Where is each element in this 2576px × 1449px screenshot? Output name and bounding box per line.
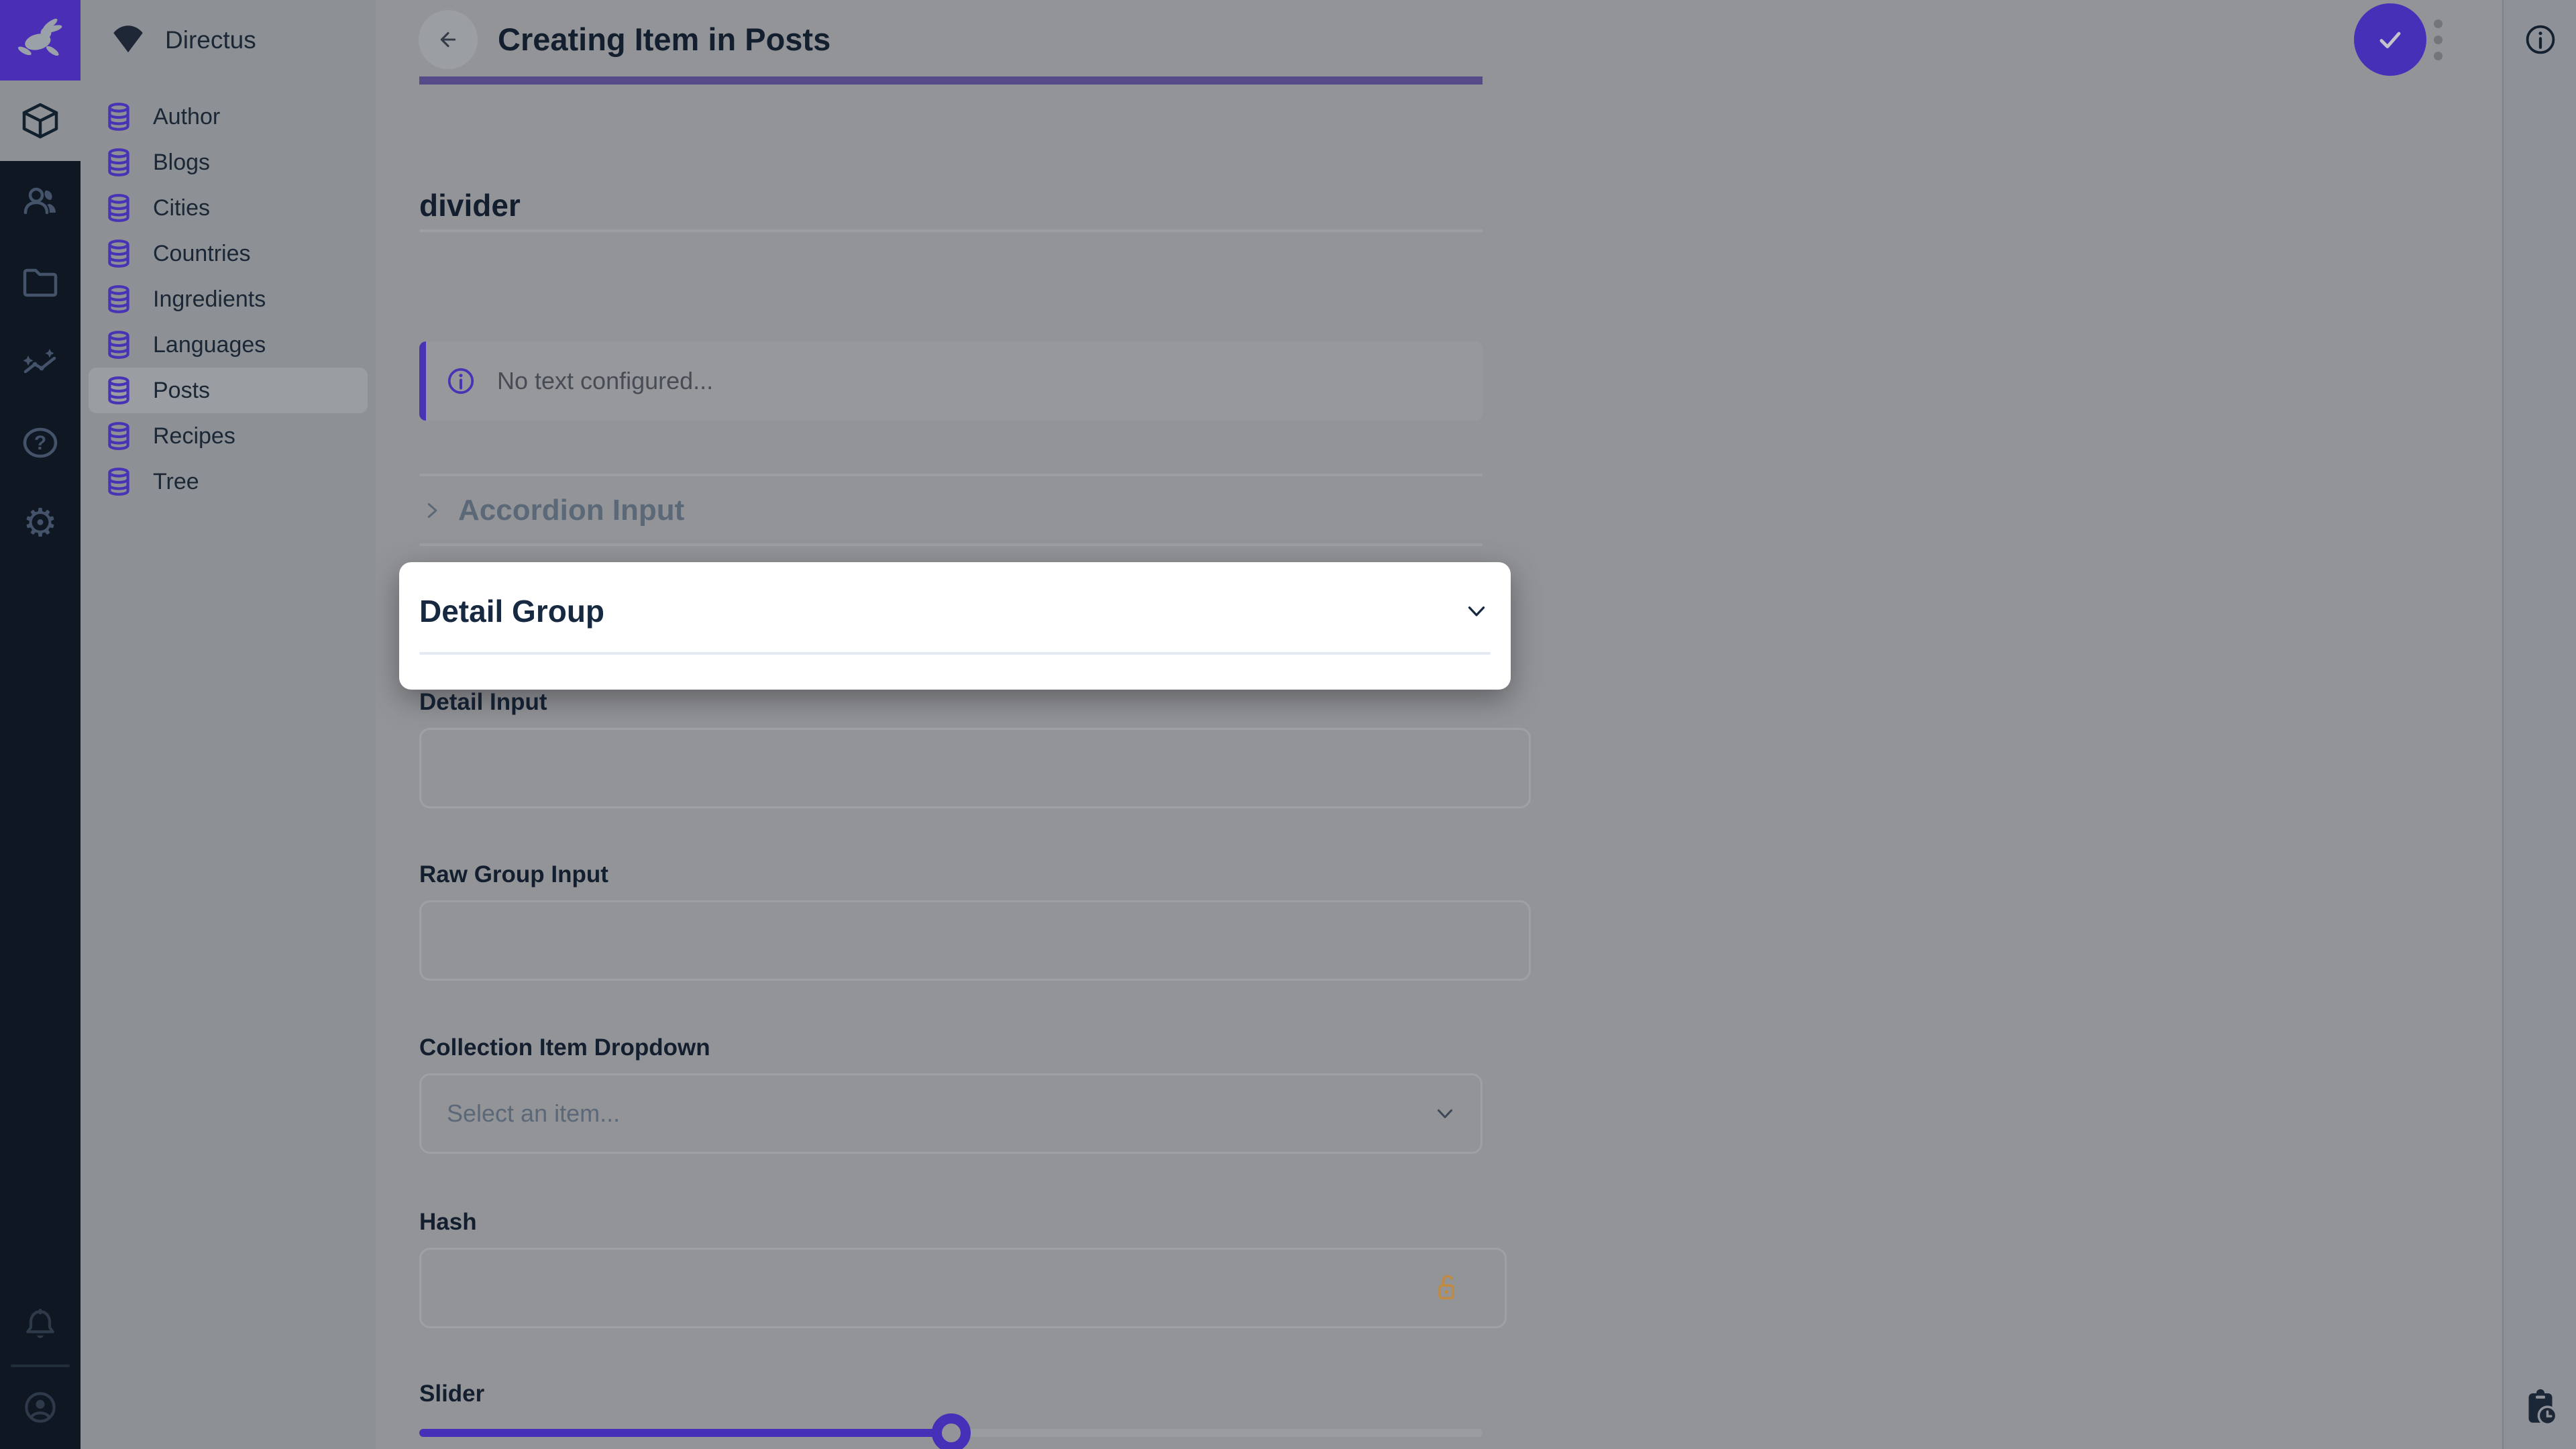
project-name: Directus [165,26,256,54]
collection-label: Blogs [153,150,210,176]
raw-group-input-field[interactable] [419,900,1531,981]
folder-icon [19,260,62,303]
chevron-right-icon [419,498,445,523]
slider-thumb[interactable] [932,1413,971,1449]
svg-text:?: ? [34,432,46,454]
module-settings[interactable]: ⚙ [0,483,80,564]
database-icon [103,238,134,269]
sidebar-collection-item[interactable]: Languages [89,322,368,368]
info-sidebar-button[interactable] [2522,21,2559,58]
directus-app: ? ⚙ [0,0,2576,1449]
help-icon: ? [19,421,62,464]
module-help[interactable]: ? [0,402,80,483]
sidebar-collection-item[interactable]: Ingredients [89,276,368,322]
collection-label: Countries [153,241,251,267]
hash-field-wrap [419,1248,1483,1328]
sidebar-collection-item[interactable]: Author [89,94,368,140]
sidebar-collection-item[interactable]: Recipes [89,413,368,459]
detail-group-card[interactable]: Detail Group [399,562,1511,690]
dropdown-placeholder: Select an item... [447,1099,1432,1128]
collection-label: Posts [153,378,210,404]
slider-control[interactable] [419,1429,1483,1437]
project-chooser[interactable]: Directus [80,0,376,80]
section-rule [419,474,1483,476]
navigation-panel: Directus Author Blogs [80,0,376,1449]
collection-list: Author Blogs Cities [80,94,376,504]
info-icon [2522,21,2559,58]
database-icon [103,193,134,223]
chevron-down-icon[interactable] [1462,597,1491,625]
module-content[interactable] [0,80,80,161]
module-bar-bottom [0,1284,80,1448]
database-icon [103,466,134,497]
sidebar-collection-item[interactable]: Blogs [89,140,368,185]
form-content: divider No text configured... Accordion … [376,0,2502,1449]
module-bar: ? ⚙ [0,0,80,1449]
collection-label: Cities [153,195,210,221]
raw-group-input-label: Raw Group Input [419,858,608,892]
database-icon [103,329,134,360]
notice-info-icon [445,365,477,397]
clipboard-clock-icon [2522,1387,2559,1428]
content-cube-icon [19,99,62,142]
users-icon [19,180,62,223]
lock-open-icon [1432,1272,1464,1304]
database-icon [103,147,134,178]
card-divider [419,652,1491,655]
collection-label: Languages [153,332,266,358]
accordion-title: Accordion Input [458,494,684,527]
project-fan-icon [109,21,148,60]
module-files[interactable] [0,241,80,322]
database-icon [103,421,134,451]
sidebar-collection-item[interactable]: Countries [89,231,368,276]
bell-icon [20,1304,60,1344]
accordion-input-header[interactable]: Accordion Input [419,487,684,534]
divider-heading: divider [419,189,521,222]
detail-group-title: Detail Group [419,593,604,629]
collection-label: Recipes [153,423,235,449]
hash-input-field[interactable] [419,1248,1507,1328]
slider-label: Slider [419,1377,484,1411]
detail-input-field[interactable] [419,728,1531,808]
notifications-button[interactable] [0,1284,80,1364]
revisions-button[interactable] [2522,1387,2559,1428]
collection-item-dropdown-label: Collection Item Dropdown [419,1031,710,1065]
detail-input-label: Detail Input [419,686,547,719]
database-icon [103,284,134,315]
divider-rule [419,229,1483,232]
module-users[interactable] [0,161,80,241]
slider-fill [419,1429,951,1437]
notice-text: No text configured... [497,367,713,395]
sidebar-collection-item[interactable]: Cities [89,185,368,231]
collection-item-dropdown[interactable]: Select an item... [419,1073,1483,1154]
collection-label: Ingredients [153,286,266,313]
database-icon [103,101,134,132]
notice-banner: No text configured... [419,341,1483,421]
user-menu-button[interactable] [0,1367,80,1448]
gear-icon: ⚙ [23,504,58,543]
chevron-down-icon [1432,1101,1458,1126]
directus-logo[interactable] [0,0,80,80]
rabbit-logo-icon [14,14,66,66]
database-icon [103,375,134,406]
module-insights[interactable] [0,322,80,402]
collection-label: Tree [153,469,199,495]
insights-sparkline-icon [19,341,62,384]
sidebar-collection-item[interactable]: Tree [89,459,368,504]
collection-label: Author [153,104,220,130]
user-avatar-icon [20,1387,60,1428]
right-sidebar [2502,0,2576,1449]
group-border-line [419,76,1483,85]
section-rule [419,543,1483,546]
sidebar-collection-item[interactable]: Posts [89,368,368,413]
hash-label: Hash [419,1205,477,1239]
